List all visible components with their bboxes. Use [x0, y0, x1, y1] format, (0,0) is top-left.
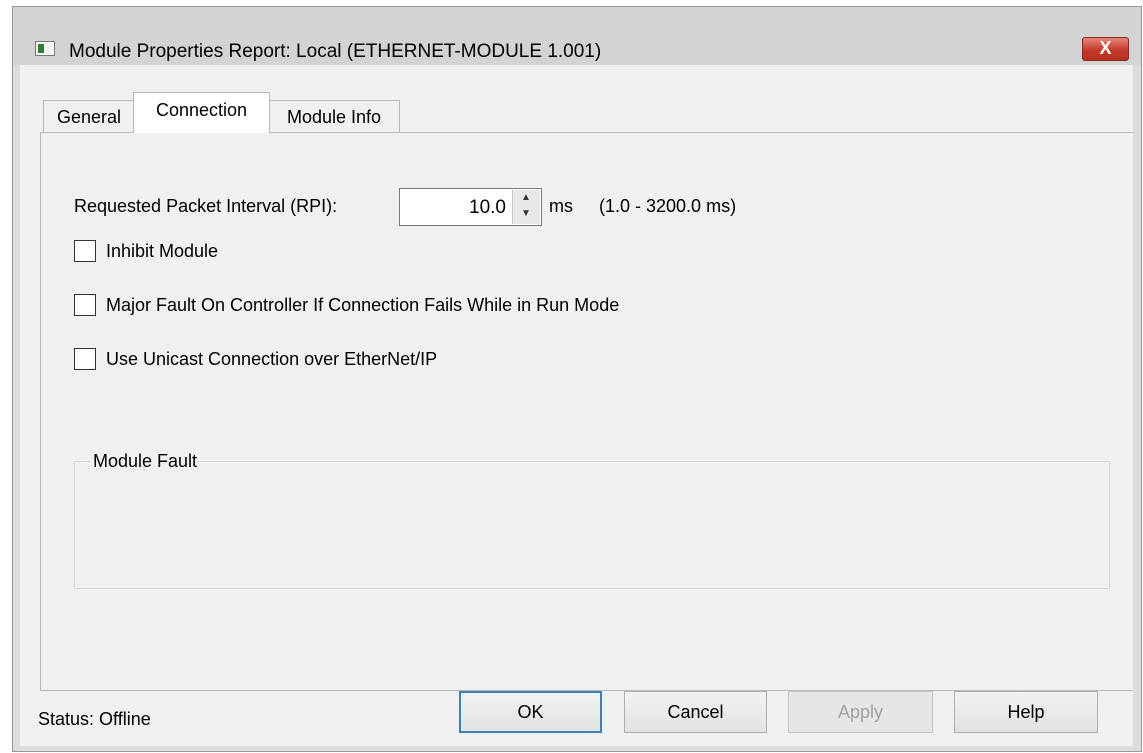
window-title: Module Properties Report: Local (ETHERNE… [69, 41, 602, 62]
tab-connection[interactable]: Connection [133, 92, 270, 133]
status-value: Offline [99, 709, 151, 729]
status-label: Status: [38, 709, 95, 729]
tab-general-label: General [56, 107, 122, 127]
tab-general[interactable]: General [43, 100, 135, 133]
dialog-client-area: General Connection Module Info Requested… [20, 65, 1133, 746]
close-icon: X [1099, 38, 1112, 58]
rpi-spinner: ▲ ▼ [512, 190, 540, 224]
title-bar[interactable]: Module Properties Report: Local (ETHERNE… [13, 7, 1141, 65]
unicast-connection-checkbox[interactable] [74, 348, 96, 370]
apply-button: Apply [788, 691, 933, 733]
ok-button[interactable]: OK [459, 691, 602, 733]
spin-up-arrow-icon[interactable]: ▲ [513, 190, 539, 206]
major-fault-checkbox[interactable] [74, 294, 96, 316]
tab-module-info[interactable]: Module Info [268, 100, 400, 133]
spin-down-arrow-icon[interactable]: ▼ [513, 206, 539, 222]
rpi-range: (1.0 - 3200.0 ms) [599, 196, 737, 216]
tab-module-info-label: Module Info [286, 107, 382, 127]
help-button[interactable]: Help [954, 691, 1098, 733]
close-button[interactable]: X [1082, 37, 1129, 61]
unicast-connection-label: Use Unicast Connection over EtherNet/IP [106, 349, 438, 369]
rpi-unit: ms [549, 196, 573, 216]
rpi-label: Requested Packet Interval (RPI): [74, 196, 338, 216]
rpi-value: 10.0 [469, 197, 506, 218]
module-fault-groupbox: Module Fault [74, 451, 1110, 589]
inhibit-module-label: Inhibit Module [106, 241, 219, 261]
inhibit-module-checkbox[interactable] [74, 240, 96, 262]
status-indicator: Status: Offline [38, 709, 151, 730]
rpi-input[interactable]: 10.0 ▲ ▼ [399, 188, 542, 226]
module-properties-dialog: Module Properties Report: Local (ETHERNE… [12, 6, 1142, 752]
module-fault-title: Module Fault [90, 451, 201, 472]
app-icon [35, 41, 55, 56]
major-fault-label: Major Fault On Controller If Connection … [106, 295, 620, 315]
connection-tab-panel: Requested Packet Interval (RPI): 10.0 ▲ … [40, 132, 1133, 691]
cancel-button[interactable]: Cancel [624, 691, 767, 733]
tab-connection-label: Connection [155, 100, 248, 120]
